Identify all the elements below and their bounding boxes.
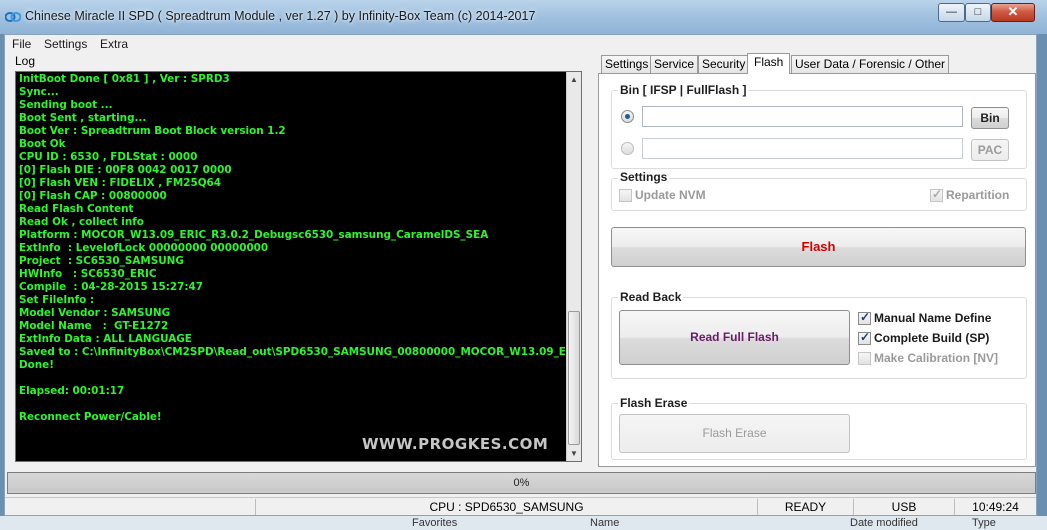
log-line: Boot Sent , starting... bbox=[19, 112, 147, 124]
manual-name-define-label: Manual Name Define bbox=[874, 311, 992, 325]
update-nvm-label: Update NVM bbox=[635, 188, 706, 202]
log-label: Log bbox=[15, 54, 36, 68]
complete-build-checkbox[interactable]: ✓ bbox=[858, 330, 871, 345]
log-line: Reconnect Power/Cable! bbox=[19, 411, 162, 423]
status-state: READY bbox=[757, 499, 853, 515]
menu-settings[interactable]: Settings bbox=[44, 37, 87, 51]
pac-radio[interactable] bbox=[621, 142, 634, 155]
status-bar: CPU : SPD6530_SAMSUNG READY USB 10:49:24 bbox=[5, 497, 1036, 516]
log-line: Model Name : GT-E1272 bbox=[19, 320, 169, 332]
log-panel[interactable]: InitBoot Done [ 0x81 ] , Ver : SPRD3 Sync… bbox=[15, 71, 582, 462]
tab-flash[interactable]: Flash bbox=[747, 53, 791, 74]
flash-erase-button[interactable]: Flash Erase bbox=[619, 414, 850, 453]
app-logo-icon bbox=[5, 12, 21, 22]
pac-button[interactable]: PAC bbox=[971, 139, 1009, 161]
repartition-label: Repartition bbox=[946, 188, 1010, 202]
checkmark-icon: ✓ bbox=[860, 310, 871, 324]
log-line: ExtInfo Data : ALL LANGUAGE bbox=[19, 333, 192, 345]
tab-security[interactable]: Security bbox=[698, 55, 750, 73]
background-explorer-strip: Favorites Name Date modified Type bbox=[0, 516, 1047, 530]
tab-settings[interactable]: Settings bbox=[601, 55, 653, 73]
make-calibration-checkbox[interactable] bbox=[858, 352, 871, 365]
complete-build-label: Complete Build (SP) bbox=[874, 331, 990, 345]
log-line: Done! bbox=[19, 359, 54, 371]
menu-bar: File Settings Extra bbox=[5, 35, 1036, 53]
window-title: Chinese Miracle II SPD ( Spreadtrum Modu… bbox=[25, 9, 536, 23]
pac-path-input[interactable] bbox=[642, 138, 963, 159]
minimize-button[interactable]: — bbox=[938, 3, 965, 22]
read-back-group-title: Read Back bbox=[618, 290, 684, 304]
flash-button-label: Flash bbox=[801, 239, 836, 254]
log-line: HWInfo : SC6530_ERIC bbox=[19, 268, 157, 280]
bg-type-header: Type bbox=[972, 517, 996, 529]
log-line: Sending boot ... bbox=[19, 99, 113, 111]
log-line: Platform : MOCOR_W13.09_ERIC_R3.0.2_Debu… bbox=[19, 229, 489, 241]
log-line: Set FileInfo : bbox=[19, 294, 95, 306]
progress-bar: 0% bbox=[7, 472, 1036, 494]
status-connection: USB bbox=[853, 499, 954, 515]
bg-favorites: Favorites bbox=[412, 517, 458, 529]
bg-date-header: Date modified bbox=[850, 517, 918, 529]
close-button[interactable]: ✕ bbox=[991, 3, 1035, 22]
flash-button[interactable]: Flash bbox=[611, 227, 1026, 267]
scroll-up-icon[interactable]: ▲ bbox=[567, 72, 581, 87]
flash-tab-panel: Bin [ IFSP | FullFlash ] Bin PAC Setting… bbox=[598, 73, 1036, 467]
main-window: File Settings Extra Log InitBoot Done [ … bbox=[4, 34, 1037, 516]
log-line: Boot Ok bbox=[19, 138, 66, 150]
bin-radio[interactable] bbox=[621, 110, 634, 123]
status-cpu: CPU : SPD6530_SAMSUNG bbox=[255, 499, 757, 515]
bin-path-input[interactable] bbox=[642, 106, 963, 127]
log-line: Read Ok , collect info bbox=[19, 216, 144, 228]
flash-erase-group-title: Flash Erase bbox=[618, 396, 690, 410]
log-line: [0] Flash DIE : 00F8 0042 0017 0000 bbox=[19, 164, 232, 176]
log-line: CPU ID : 6530 , FDLStat : 0000 bbox=[19, 151, 198, 163]
log-scrollbar[interactable]: ▲ ▼ bbox=[566, 72, 581, 461]
settings-group-title: Settings bbox=[618, 170, 670, 184]
bin-button[interactable]: Bin bbox=[971, 107, 1009, 129]
bin-group-title: Bin [ IFSP | FullFlash ] bbox=[618, 83, 749, 97]
title-bar: Chinese Miracle II SPD ( Spreadtrum Modu… bbox=[0, 0, 1047, 34]
menu-extra[interactable]: Extra bbox=[100, 37, 128, 51]
log-line: Sync... bbox=[19, 86, 59, 98]
log-line: [0] Flash CAP : 00800000 bbox=[19, 190, 167, 202]
log-line: Saved to : C:\InfinityBox\CM2SPD\Read_ou… bbox=[19, 346, 565, 358]
watermark: WWW.PROGKES.COM bbox=[362, 435, 549, 453]
read-full-flash-label: Read Full Flash bbox=[690, 330, 779, 344]
read-full-flash-button[interactable]: Read Full Flash bbox=[619, 310, 850, 365]
log-line: InitBoot Done [ 0x81 ] , Ver : SPRD3 bbox=[19, 73, 230, 85]
log-line: Project : SC6530_SAMSUNG bbox=[19, 255, 184, 267]
checkmark-icon: ✓ bbox=[860, 330, 871, 344]
log-line: Elapsed: 00:01:17 bbox=[19, 385, 125, 397]
log-line: ExtInfo : LevelofLock 00000000 00000000 bbox=[19, 242, 269, 254]
maximize-button[interactable]: □ bbox=[965, 3, 991, 22]
tab-user-data[interactable]: User Data / Forensic / Other bbox=[791, 55, 950, 73]
log-line: [0] Flash VEN : FIDELIX , FM25Q64 bbox=[19, 177, 221, 189]
update-nvm-checkbox[interactable] bbox=[619, 189, 632, 202]
log-line: Compile : 04-28-2015 15:27:47 bbox=[19, 281, 203, 293]
bg-name-header: Name bbox=[590, 517, 620, 529]
log-line: Model Vendor : SAMSUNG bbox=[19, 307, 171, 319]
log-text: InitBoot Done [ 0x81 ] , Ver : SPRD3 Sync… bbox=[19, 73, 565, 424]
log-line: Read Flash Content bbox=[19, 203, 134, 215]
status-time: 10:49:24 bbox=[954, 499, 1036, 515]
repartition-checkbox[interactable]: ✓ bbox=[930, 187, 943, 202]
scroll-thumb[interactable] bbox=[568, 311, 580, 445]
scroll-down-icon[interactable]: ▼ bbox=[567, 446, 581, 461]
log-line: Boot Ver : Spreadtrum Boot Block version… bbox=[19, 125, 286, 137]
tab-service[interactable]: Service bbox=[650, 55, 699, 73]
menu-file[interactable]: File bbox=[12, 37, 31, 51]
checkmark-icon: ✓ bbox=[932, 187, 943, 201]
manual-name-define-checkbox[interactable]: ✓ bbox=[858, 310, 871, 325]
progress-text: 0% bbox=[513, 477, 530, 489]
make-calibration-label: Make Calibration [NV] bbox=[874, 351, 999, 365]
